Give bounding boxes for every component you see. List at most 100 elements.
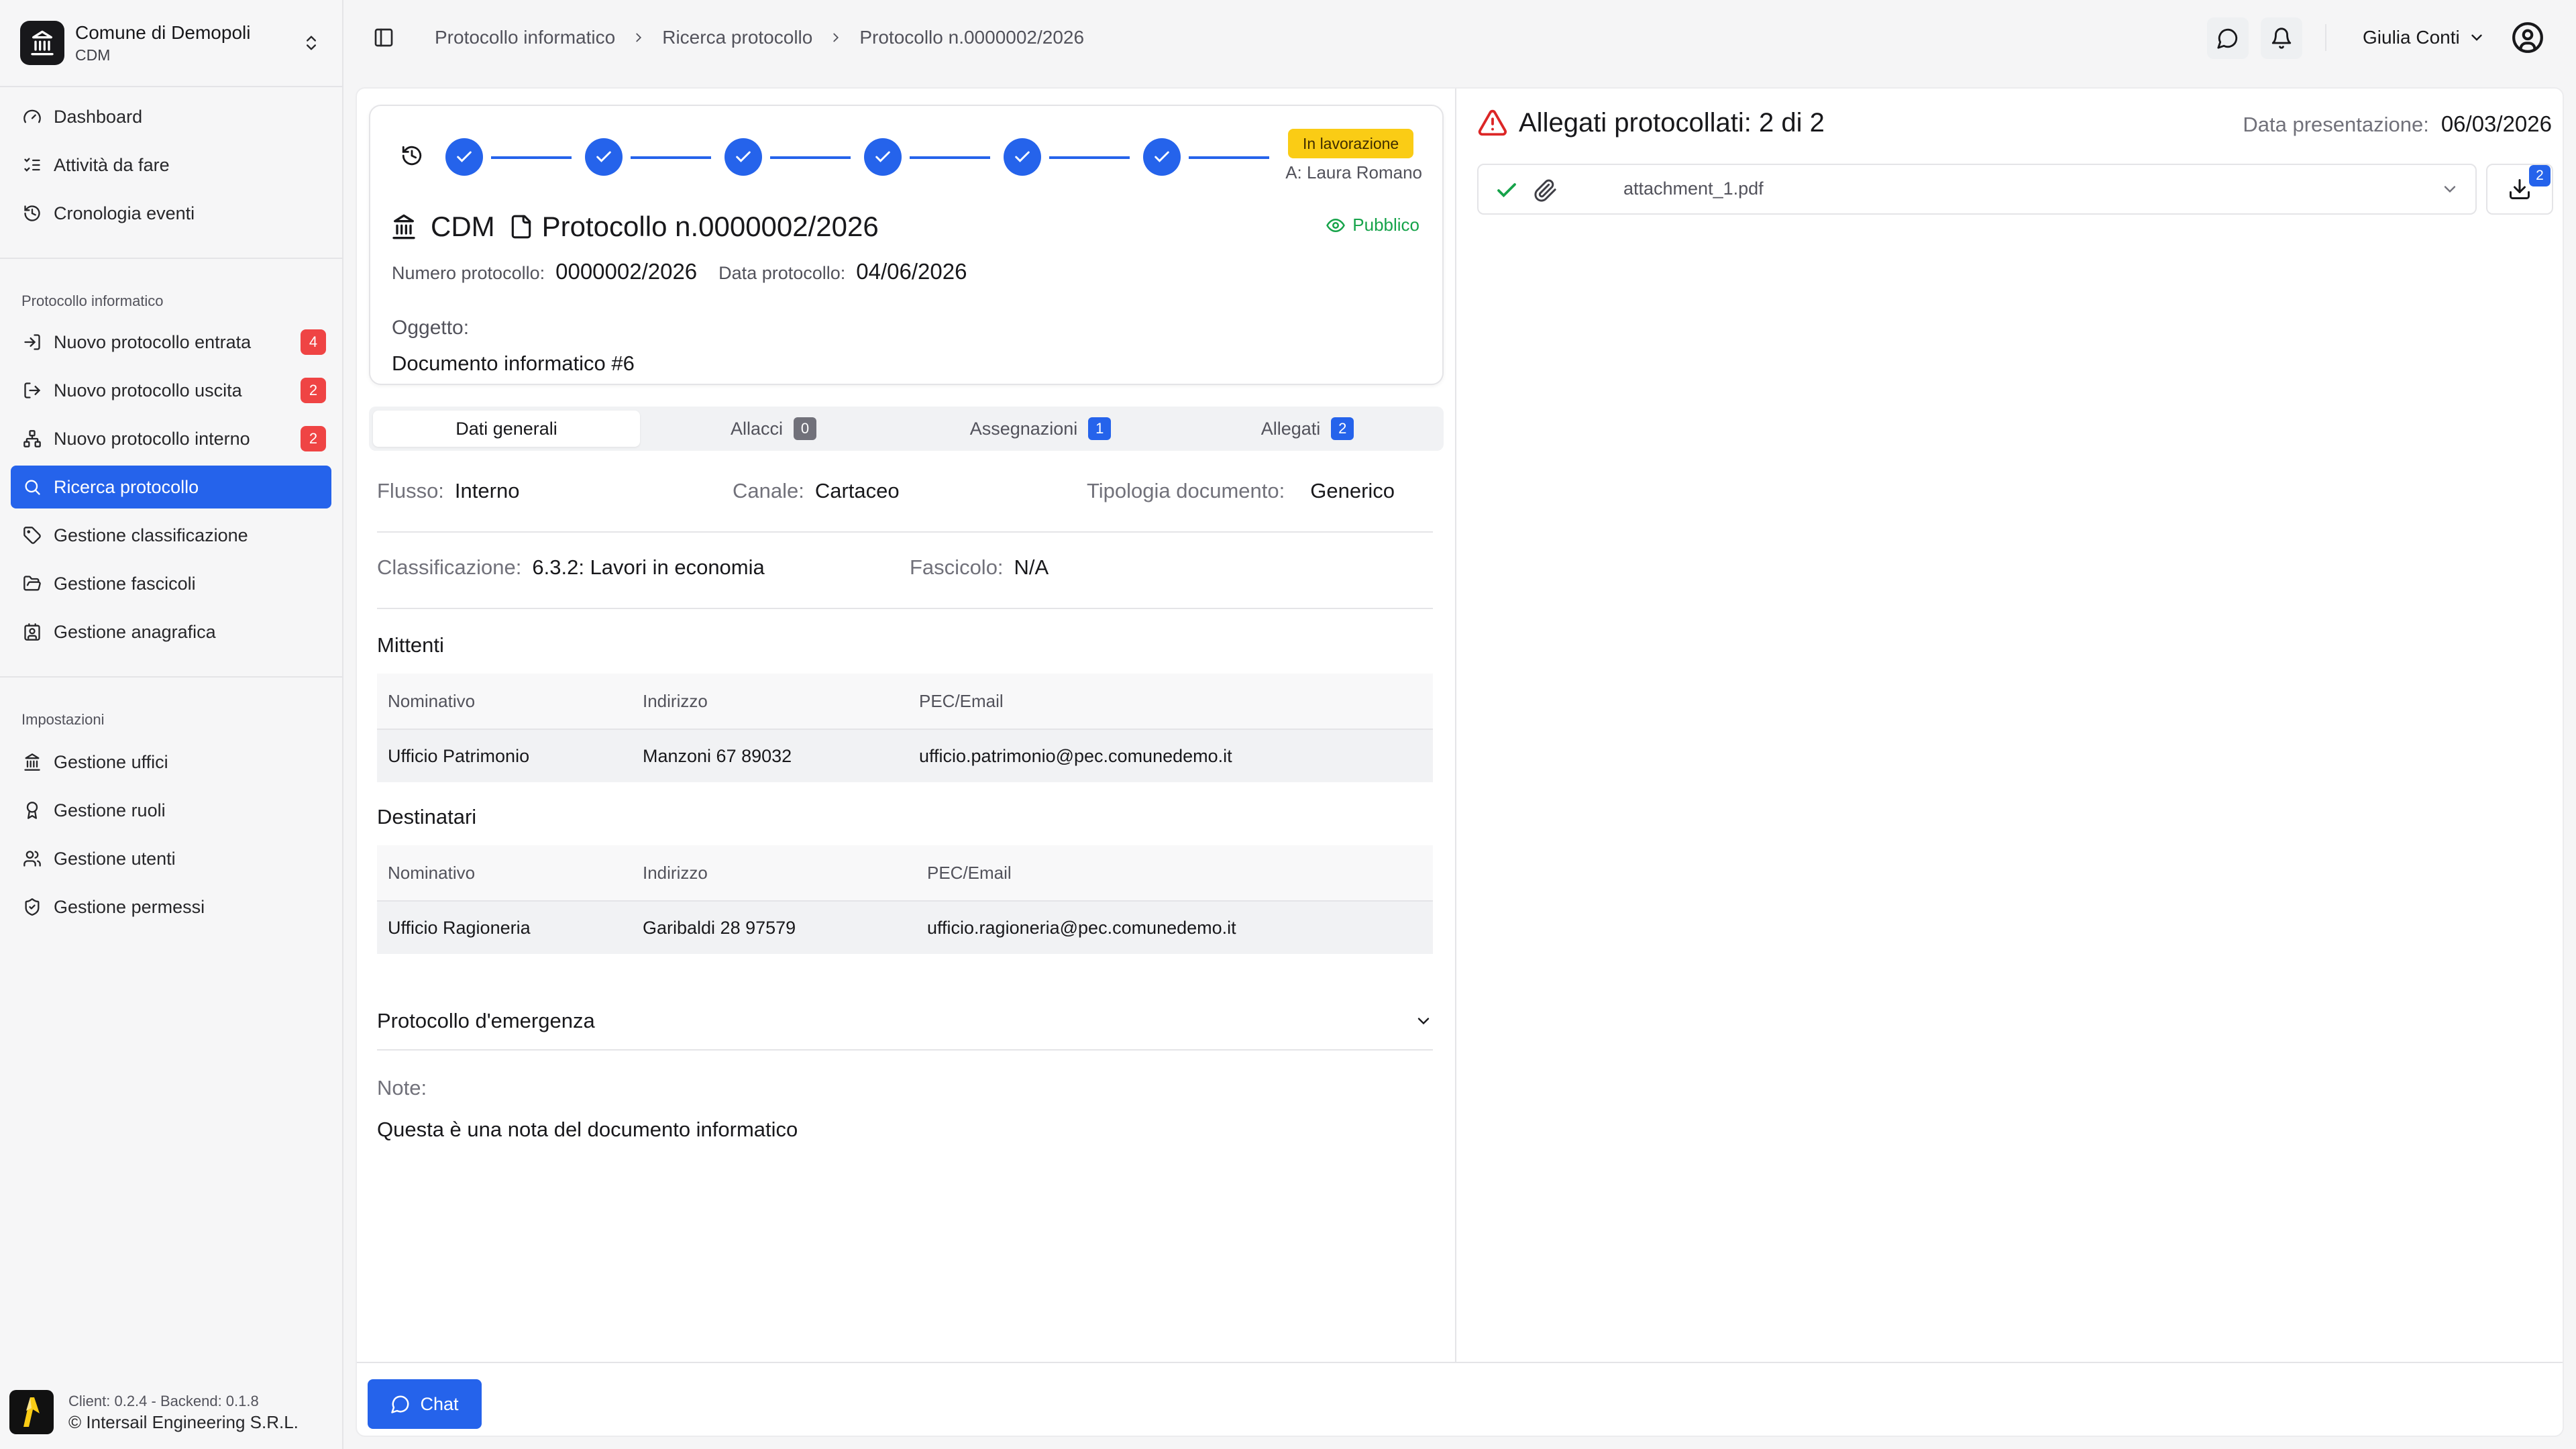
top-header: Protocollo informatico Ricerca protocoll…	[343, 0, 2576, 75]
pane-divider[interactable]	[1455, 89, 1456, 1362]
sidebar-item-protocollo-uscita[interactable]: Nuovo protocollo uscita 2	[11, 369, 331, 412]
table-row[interactable]: Ufficio Ragioneria Garibaldi 28 97579 uf…	[377, 900, 1433, 954]
field-value: 6.3.2: Lavori in economia	[532, 555, 765, 579]
divider	[2325, 24, 2326, 51]
message-circle-icon	[390, 1394, 411, 1414]
field-canale: Canale: Cartaceo	[733, 479, 900, 503]
log-out-icon	[21, 380, 43, 401]
sidebar-item-anagrafica[interactable]: Gestione anagrafica	[11, 610, 331, 653]
tab-label: Allacci	[730, 418, 784, 439]
sidebar-item-utenti[interactable]: Gestione utenti	[11, 837, 331, 880]
user-menu[interactable]: Giulia Conti	[2363, 23, 2485, 52]
visibility-badge: Pubblico	[1326, 215, 1419, 235]
note-label: Note:	[377, 1076, 427, 1099]
table-cell: Manzoni 67 89032	[643, 745, 792, 766]
emergency-accordion[interactable]: Protocollo d'emergenza	[377, 997, 1433, 1045]
step-completed	[1004, 138, 1041, 176]
message-circle-icon	[2216, 27, 2239, 50]
sidebar-item-label: Nuovo protocollo uscita	[54, 380, 242, 400]
org-code: CDM	[75, 46, 111, 64]
sidebar-item-classificazione[interactable]: Gestione classificazione	[11, 514, 331, 557]
oggetto-value: Documento informatico #6	[392, 352, 635, 375]
sidebar-item-label: Cronologia eventi	[54, 203, 195, 223]
table-row[interactable]: Ufficio Patrimonio Manzoni 67 89032 uffi…	[377, 729, 1433, 782]
protocol-meta: Numero protocollo: 0000002/2026 Data pro…	[392, 259, 967, 284]
field-label: Data presentazione:	[2243, 113, 2429, 136]
chevron-down-icon	[2468, 29, 2485, 46]
panel-left-icon[interactable]	[370, 24, 397, 51]
attachment-select[interactable]: attachment_1.pdf	[1477, 164, 2477, 215]
download-button[interactable]: 2	[2486, 164, 2553, 215]
user-avatar-icon[interactable]	[2509, 19, 2546, 56]
field-value: Cartaceo	[814, 479, 900, 502]
count-badge: 2	[2529, 165, 2551, 186]
step-completed	[724, 138, 762, 176]
field-label: Flusso:	[377, 479, 444, 502]
numero-label: Numero protocollo:	[392, 263, 545, 283]
attachments-title: Allegati protocollati: 2 di 2	[1477, 107, 1825, 138]
paperclip-icon	[1534, 178, 1558, 203]
breadcrumb: Protocollo informatico Ricerca protocoll…	[435, 24, 1084, 51]
breadcrumb-link[interactable]: Protocollo informatico	[435, 27, 615, 48]
divider	[0, 258, 342, 259]
breadcrumb-link[interactable]: Ricerca protocollo	[662, 27, 812, 48]
tab-dati-generali[interactable]: Dati generali	[373, 411, 640, 447]
version-text: Client: 0.2.4 - Backend: 0.1.8	[68, 1393, 259, 1409]
count-badge: 2	[1331, 417, 1354, 440]
sidebar-item-ruoli[interactable]: Gestione ruoli	[11, 789, 331, 832]
destinatari-table: Nominativo Indirizzo PEC/Email Ufficio R…	[377, 845, 1433, 954]
sidebar-item-label: Nuovo protocollo interno	[54, 428, 250, 449]
column-header: Indirizzo	[643, 862, 708, 883]
shield-check-icon	[21, 896, 43, 918]
data-label: Data protocollo:	[718, 263, 846, 283]
count-badge: 1	[1088, 417, 1112, 440]
sidebar-item-fascicoli[interactable]: Gestione fascicoli	[11, 562, 331, 605]
count-badge: 2	[301, 378, 326, 403]
count-badge: 2	[301, 426, 326, 451]
sidebar-item-label: Gestione anagrafica	[54, 621, 216, 642]
field-flusso: Flusso: Interno	[377, 479, 519, 503]
sidebar: Comune di Demopoli CDM Dashboard Attivit…	[0, 0, 343, 1449]
step-connector	[770, 156, 851, 159]
mittenti-table: Nominativo Indirizzo PEC/Email Ufficio P…	[377, 674, 1433, 782]
chat-button[interactable]: Chat	[368, 1379, 482, 1429]
sidebar-item-label: Gestione ruoli	[54, 800, 166, 820]
sidebar-item-attivita[interactable]: Attività da fare	[11, 144, 331, 186]
messages-button[interactable]	[2207, 17, 2249, 59]
award-icon	[21, 800, 43, 821]
field-value: N/A	[1014, 555, 1049, 579]
main-panel: In lavorazione A: Laura Romano CDM Proto…	[356, 87, 2564, 1437]
divider	[0, 86, 342, 87]
tab-allacci[interactable]: Allacci 0	[640, 411, 907, 447]
sidebar-item-dashboard[interactable]: Dashboard	[11, 95, 331, 138]
step-connector	[1049, 156, 1130, 159]
field-label: Classificazione:	[377, 555, 522, 579]
check-icon	[594, 148, 613, 166]
chevrons-up-down-icon	[299, 31, 323, 55]
sidebar-item-uffici[interactable]: Gestione uffici	[11, 741, 331, 784]
sidebar-item-cronologia[interactable]: Cronologia eventi	[11, 192, 331, 235]
tab-assegnazioni[interactable]: Assegnazioni 1	[907, 411, 1174, 447]
detail-tabs: Dati generali Allacci 0 Assegnazioni 1 A…	[369, 407, 1444, 451]
notifications-button[interactable]	[2261, 17, 2302, 59]
history-icon[interactable]	[398, 142, 425, 169]
sidebar-item-ricerca-protocollo[interactable]: Ricerca protocollo	[11, 466, 331, 508]
sidebar-item-permessi[interactable]: Gestione permessi	[11, 885, 331, 928]
section-label-protocollo: Protocollo informatico	[21, 292, 164, 309]
data-presentazione: Data presentazione: 06/03/2026	[2243, 111, 2552, 137]
chevron-right-icon	[631, 30, 646, 45]
history-icon	[21, 203, 43, 224]
company-logo	[9, 1390, 54, 1434]
sidebar-item-label: Attività da fare	[54, 154, 170, 175]
gauge-icon	[21, 106, 43, 127]
log-in-icon	[21, 331, 43, 353]
sidebar-item-protocollo-entrata[interactable]: Nuovo protocollo entrata 4	[11, 321, 331, 364]
sidebar-item-protocollo-interno[interactable]: Nuovo protocollo interno 2	[11, 417, 331, 460]
field-fascicolo: Fascicolo: N/A	[910, 555, 1049, 580]
tab-allegati[interactable]: Allegati 2	[1174, 411, 1441, 447]
section-label-impostazioni: Impostazioni	[21, 711, 105, 728]
data-value: 04/06/2026	[856, 259, 967, 284]
table-cell: ufficio.ragioneria@pec.comunedemo.it	[927, 917, 1236, 938]
divider	[357, 1362, 2563, 1363]
org-switcher[interactable]: Comune di Demopoli CDM	[20, 17, 323, 68]
